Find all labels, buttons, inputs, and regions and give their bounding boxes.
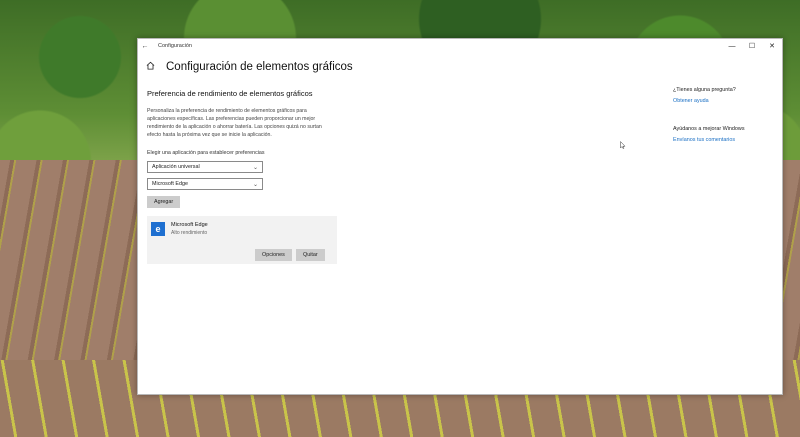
add-button[interactable]: Agregar (147, 196, 181, 208)
choose-app-label: Elegir una aplicación para establecer pr… (147, 150, 265, 156)
options-button[interactable]: Opciones (255, 249, 292, 261)
remove-button[interactable]: Quitar (296, 249, 325, 261)
section-title: Preferencia de rendimiento de elementos … (147, 89, 313, 98)
close-button[interactable]: ✕ (762, 42, 782, 50)
app-select-value: Microsoft Edge (152, 181, 188, 187)
home-icon[interactable] (146, 61, 164, 73)
app-type-select-value: Aplicación universal (152, 164, 200, 170)
maximize-button[interactable]: ☐ (742, 42, 762, 50)
title-bar: ← Configuración — ☐ ✕ (138, 39, 782, 53)
app-select[interactable]: Microsoft Edge ⌄ (147, 178, 263, 190)
help-question: ¿Tienes alguna pregunta? (673, 87, 736, 93)
improve-windows-heading: Ayúdanos a mejorar Windows (673, 126, 745, 132)
app-list-item[interactable]: e Microsoft Edge Alto rendimiento Opcion… (147, 216, 337, 264)
page-header: Configuración de elementos gráficos (146, 61, 353, 73)
page-title: Configuración de elementos gráficos (166, 61, 353, 73)
app-name: Microsoft Edge (171, 222, 208, 228)
feedback-link[interactable]: Envíanos tus comentarios (673, 137, 778, 143)
minimize-button[interactable]: — (722, 43, 742, 50)
graphics-preference-section: Preferencia de rendimiento de elementos … (147, 89, 337, 264)
section-description: Personaliza la preferencia de rendimient… (147, 108, 322, 138)
window-title: Configuración (158, 43, 192, 49)
chevron-down-icon: ⌄ (252, 165, 258, 171)
settings-window: ← Configuración — ☐ ✕ Configuración de e… (137, 38, 783, 395)
app-status: Alto rendimiento (171, 230, 208, 236)
mouse-cursor-icon (620, 141, 626, 149)
back-arrow-icon[interactable]: ← (138, 43, 152, 50)
app-type-select[interactable]: Aplicación universal ⌄ (147, 161, 263, 173)
help-panel: ¿Tienes alguna pregunta? Obtener ayuda A… (673, 87, 778, 143)
get-help-link[interactable]: Obtener ayuda (673, 98, 778, 104)
chevron-down-icon: ⌄ (252, 182, 258, 188)
edge-icon: e (151, 222, 165, 236)
